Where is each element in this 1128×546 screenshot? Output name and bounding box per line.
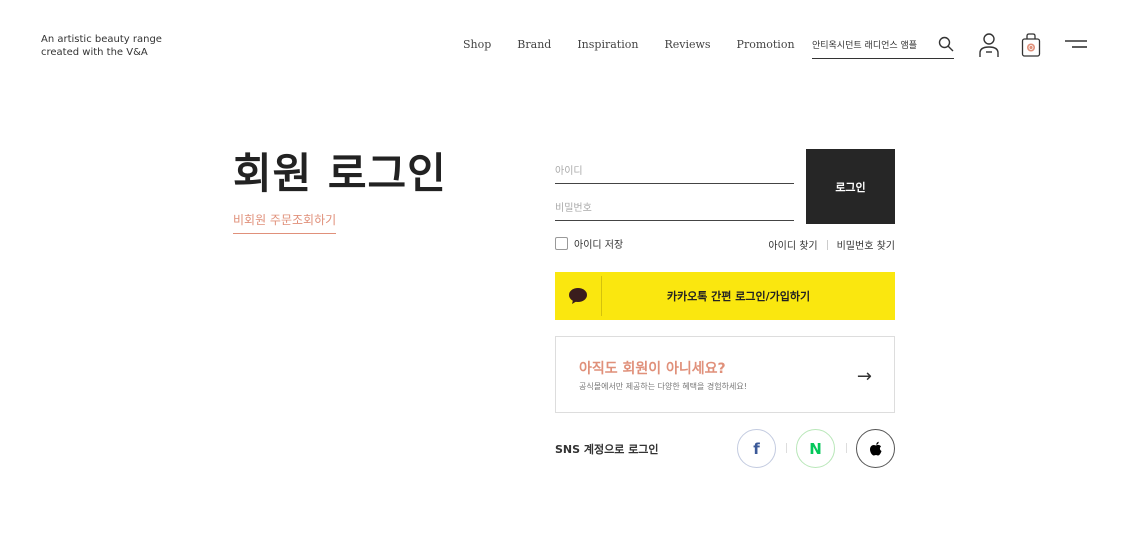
bag-icon[interactable] <box>1019 32 1043 58</box>
remember-id[interactable]: 아이디 저장 <box>555 236 623 251</box>
sns-login-label: SNS 계정으로 로그인 <box>555 443 659 456</box>
divider <box>846 443 847 453</box>
apple-icon <box>869 441 881 455</box>
nav-shop[interactable]: Shop <box>463 38 491 51</box>
password-input[interactable] <box>555 197 794 221</box>
search-box <box>812 32 954 59</box>
page-title: 회원 로그인 <box>233 149 447 198</box>
search-input[interactable] <box>812 32 930 56</box>
login-button[interactable]: 로그인 <box>806 149 895 224</box>
nav-brand[interactable]: Brand <box>517 38 551 51</box>
remember-checkbox[interactable] <box>555 237 568 250</box>
remember-label: 아이디 저장 <box>574 240 624 251</box>
id-input[interactable] <box>555 160 794 184</box>
kakao-login-label: 카카오톡 간편 로그인/가입하기 <box>666 290 811 303</box>
join-subtitle: 공식몰에서만 제공하는 다양한 혜택을 경험하세요! <box>579 382 747 391</box>
facebook-icon: f <box>753 439 760 458</box>
user-icon[interactable] <box>977 32 1001 58</box>
join-banner[interactable]: 아직도 회원이 아니세요? 공식몰에서만 제공하는 다양한 혜택을 경험하세요!… <box>555 336 895 413</box>
main-nav: Shop Brand Inspiration Reviews Promotion <box>463 38 821 51</box>
find-links: 아이디 찾기 비밀번호 찾기 <box>768 237 895 252</box>
nav-inspiration[interactable]: Inspiration <box>577 38 638 51</box>
join-title: 아직도 회원이 아니세요? <box>579 361 726 377</box>
divider <box>786 443 787 453</box>
guest-order-link[interactable]: 비회원 주문조회하기 <box>233 211 337 234</box>
naver-icon: N <box>809 439 822 458</box>
kakao-icon-wrap <box>555 276 602 316</box>
facebook-login-button[interactable]: f <box>737 429 776 468</box>
divider <box>826 239 828 250</box>
nav-reviews[interactable]: Reviews <box>664 38 710 51</box>
nav-promotion[interactable]: Promotion <box>737 38 795 51</box>
arrow-right-icon: → <box>856 366 872 387</box>
find-password-link[interactable]: 비밀번호 찾기 <box>837 237 895 252</box>
tagline-line-1: An artistic beauty range <box>41 34 162 45</box>
tagline-line-2: created with the V&A <box>41 47 148 58</box>
menu-icon[interactable] <box>1064 32 1088 58</box>
search-icon[interactable] <box>938 36 954 52</box>
speech-bubble-icon <box>569 288 587 304</box>
naver-login-button[interactable]: N <box>796 429 835 468</box>
find-id-link[interactable]: 아이디 찾기 <box>768 237 817 252</box>
apple-login-button[interactable] <box>856 429 895 468</box>
brand-tagline[interactable]: An artistic beauty range created with th… <box>41 33 162 59</box>
kakao-login-button[interactable]: 카카오톡 간편 로그인/가입하기 <box>555 272 895 320</box>
